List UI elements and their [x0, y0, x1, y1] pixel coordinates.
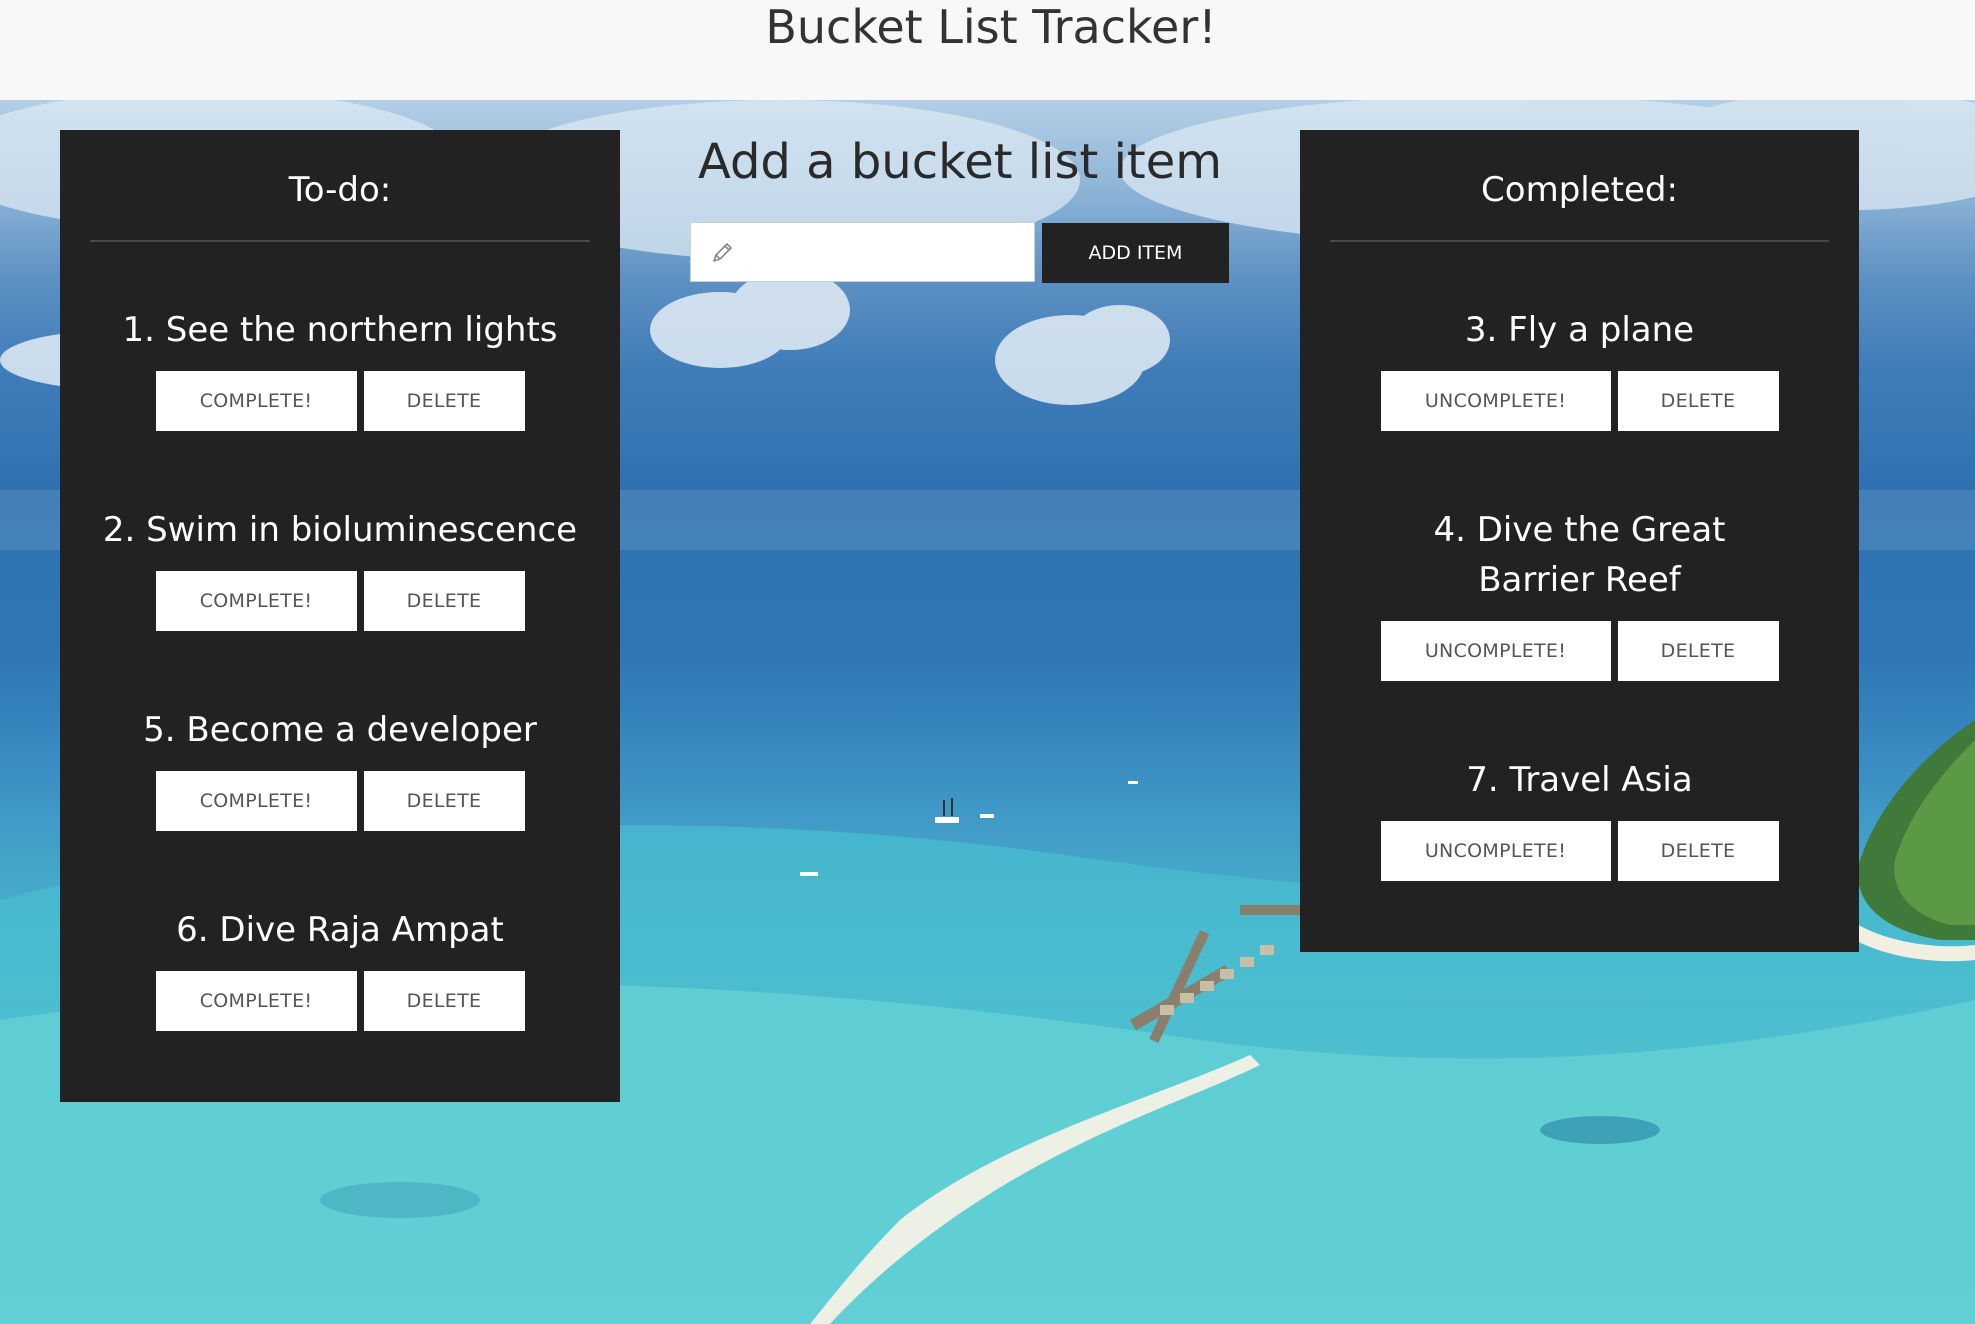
complete-button[interactable]: COMPLETE!: [155, 571, 357, 631]
delete-button[interactable]: DELETE: [1617, 821, 1779, 881]
completed-item-actions: UNCOMPLETE! DELETE: [1300, 821, 1859, 881]
completed-item-actions: UNCOMPLETE! DELETE: [1300, 621, 1859, 681]
todo-panel: To-do: 1. See the northern lights COMPLE…: [60, 130, 620, 1102]
add-item-button[interactable]: ADD ITEM: [1042, 223, 1229, 283]
add-item-field[interactable]: [690, 222, 1035, 283]
delete-button[interactable]: DELETE: [363, 771, 525, 831]
todo-item-label: 5. Become a developer: [143, 710, 537, 750]
delete-button[interactable]: DELETE: [1617, 621, 1779, 681]
todo-heading: To-do:: [288, 170, 392, 210]
completed-item: 4. Dive the Great Barrier Reef UNCOMPLET…: [1300, 505, 1859, 681]
pencil-icon: [713, 243, 732, 262]
delete-button[interactable]: DELETE: [363, 971, 525, 1031]
add-item-title: Add a bucket list item: [697, 134, 1223, 190]
todo-item: 2. Swim in bioluminescence COMPLETE! DEL…: [60, 505, 620, 631]
delete-button[interactable]: DELETE: [1617, 371, 1779, 431]
completed-item: 3. Fly a plane UNCOMPLETE! DELETE: [1300, 305, 1859, 431]
complete-button[interactable]: COMPLETE!: [155, 971, 357, 1031]
delete-button[interactable]: DELETE: [363, 371, 525, 431]
completed-item: 7. Travel Asia UNCOMPLETE! DELETE: [1300, 755, 1859, 881]
uncomplete-button[interactable]: UNCOMPLETE!: [1380, 621, 1611, 681]
completed-item-actions: UNCOMPLETE! DELETE: [1300, 371, 1859, 431]
completed-panel: Completed: 3. Fly a plane UNCOMPLETE! DE…: [1300, 130, 1859, 952]
todo-divider: [90, 240, 590, 242]
page-title: Bucket List Tracker!: [765, 0, 1217, 54]
todo-item: 1. See the northern lights COMPLETE! DEL…: [60, 305, 620, 431]
todo-item: 5. Become a developer COMPLETE! DELETE: [60, 705, 620, 831]
completed-divider: [1330, 240, 1829, 242]
todo-item-label: 1. See the northern lights: [122, 310, 558, 350]
add-item-input[interactable]: [747, 223, 1031, 283]
todo-item-label: 6. Dive Raja Ampat: [176, 910, 504, 950]
page: Bucket List Tracker! To-do: 1. See the n…: [0, 0, 1975, 1324]
uncomplete-button[interactable]: UNCOMPLETE!: [1380, 821, 1611, 881]
delete-button[interactable]: DELETE: [363, 571, 525, 631]
completed-item-label: 4. Dive the Great Barrier Reef: [1433, 510, 1726, 600]
completed-heading: Completed:: [1481, 170, 1678, 210]
todo-item-actions: COMPLETE! DELETE: [60, 571, 620, 631]
complete-button[interactable]: COMPLETE!: [155, 771, 357, 831]
uncomplete-button[interactable]: UNCOMPLETE!: [1380, 371, 1611, 431]
completed-item-label: 7. Travel Asia: [1466, 760, 1693, 800]
todo-item-actions: COMPLETE! DELETE: [60, 971, 620, 1031]
todo-item-actions: COMPLETE! DELETE: [60, 771, 620, 831]
complete-button[interactable]: COMPLETE!: [155, 371, 357, 431]
todo-item-actions: COMPLETE! DELETE: [60, 371, 620, 431]
todo-item-label: 2. Swim in bioluminescence: [102, 510, 578, 550]
todo-item: 6. Dive Raja Ampat COMPLETE! DELETE: [60, 905, 620, 1031]
header-bar: Bucket List Tracker!: [0, 0, 1975, 100]
completed-item-label: 3. Fly a plane: [1464, 310, 1695, 350]
